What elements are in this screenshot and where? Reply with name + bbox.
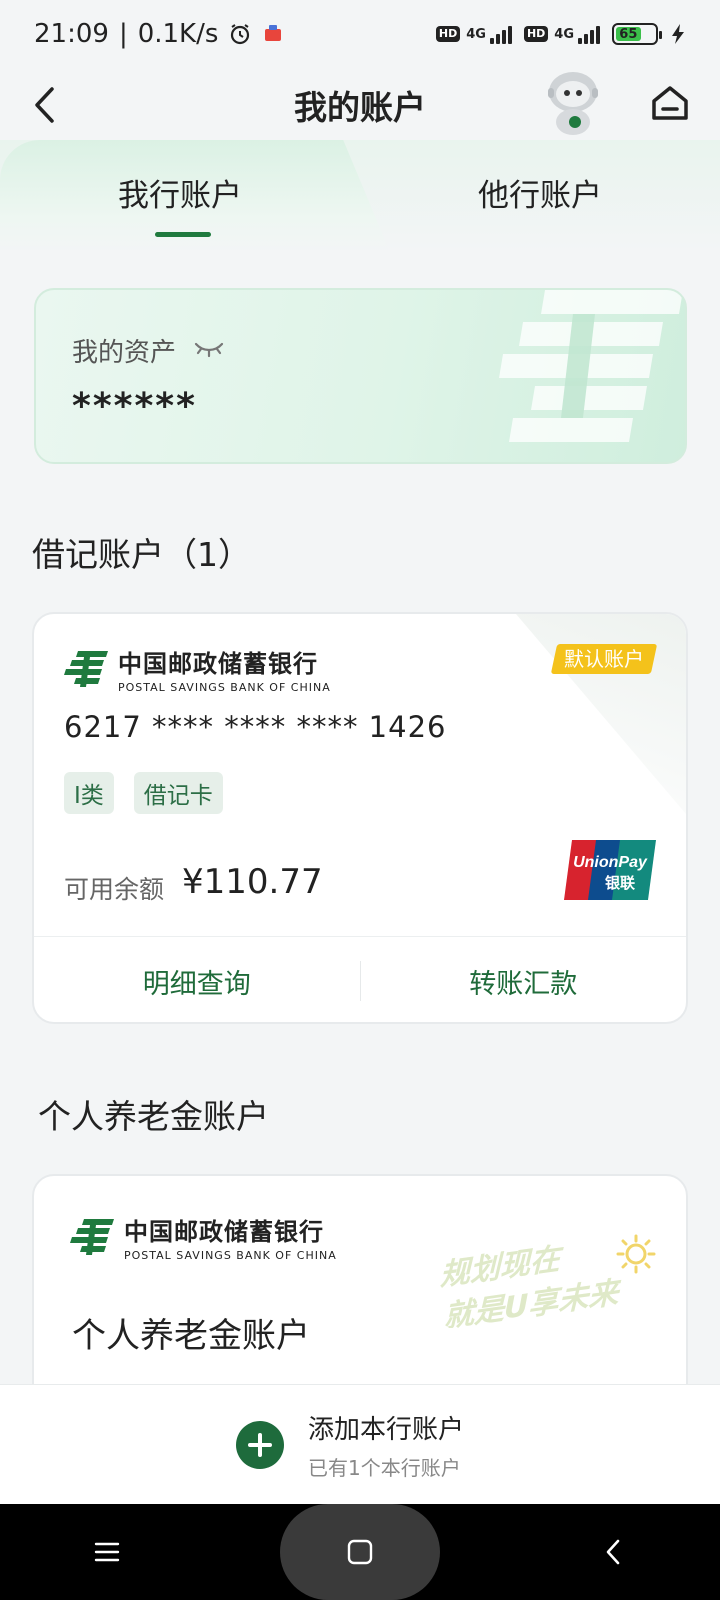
tab-active-indicator — [155, 232, 211, 237]
header: 我的账户 — [0, 68, 720, 142]
transaction-details-button[interactable]: 明细查询 — [34, 937, 360, 1022]
alarm-icon — [231, 24, 250, 45]
unionpay-icon: UnionPay 银联 — [564, 840, 656, 900]
bank-name-en: POSTAL SAVINGS BANK OF CHINA — [124, 1249, 337, 1262]
card-type-tag: 借记卡 — [133, 772, 223, 814]
home-button[interactable] — [646, 78, 694, 128]
unionpay-en-text: UnionPay — [573, 854, 648, 871]
page-title: 我的账户 — [294, 88, 426, 127]
status-bar: 21:09 | 0.1K/s HD 4G HD 4G 65 — [0, 0, 720, 68]
balance-label: 可用余额 — [64, 875, 165, 904]
nav-home-button[interactable] — [279, 1504, 440, 1600]
status-time: 21:09 — [34, 19, 109, 49]
nav-back-button[interactable] — [573, 1512, 653, 1592]
balance-value: ¥110.77 — [182, 862, 323, 902]
asset-value: ****** — [72, 386, 197, 427]
signal-icon — [489, 24, 512, 44]
signal-icon — [578, 24, 600, 44]
nav-back-icon — [607, 1539, 620, 1565]
psbc-logo-icon — [64, 651, 108, 687]
bank-logo: 中国邮政储蓄银行 POSTAL SAVINGS BANK OF CHINA — [70, 1212, 337, 1262]
bank-logo: 中国邮政储蓄银行 POSTAL SAVINGS BANK OF CHINA — [64, 644, 331, 694]
add-account-subtitle: 已有1个本行账户 — [307, 1455, 461, 1480]
bank-name-en: POSTAL SAVINGS BANK OF CHINA — [118, 681, 331, 694]
card-actions: 明细查询 转账汇款 — [34, 937, 687, 1022]
pension-card-title: 个人养老金账户 — [72, 1316, 310, 1356]
back-button[interactable] — [24, 80, 64, 130]
tab-my-bank[interactable]: 我行账户 — [0, 170, 360, 215]
unionpay-cn-text: 银联 — [605, 874, 636, 892]
bank-name-cn: 中国邮政储蓄银行 — [118, 650, 318, 678]
card-number: 6217 **** **** **** 1426 — [64, 710, 447, 744]
add-account-content: 添加本行账户 已有1个本行账户 — [235, 1409, 464, 1481]
sun-icon — [616, 1234, 656, 1274]
network-label-1: 4G — [466, 26, 486, 42]
home-square-icon — [347, 1539, 373, 1565]
pension-slogan: 规划现在 就是U享未来 — [440, 1234, 656, 1328]
back-icon — [35, 87, 54, 123]
eye-closed-icon[interactable] — [194, 340, 224, 358]
charging-icon — [672, 24, 684, 44]
status-separator: | — [118, 19, 128, 49]
add-icon[interactable] — [235, 1420, 284, 1469]
debit-card[interactable]: 中国邮政储蓄银行 POSTAL SAVINGS BANK OF CHINA 默认… — [32, 612, 688, 1024]
add-account-title: 添加本行账户 — [307, 1414, 464, 1445]
account-tabs: 我行账户 他行账户 — [0, 140, 720, 252]
tab-other-bank[interactable]: 他行账户 — [360, 170, 720, 215]
card-class-tag: I类 — [64, 772, 114, 814]
pension-card[interactable]: 中国邮政储蓄银行 POSTAL SAVINGS BANK OF CHINA 规划… — [32, 1174, 688, 1414]
default-account-badge: 默认账户 — [550, 644, 658, 674]
status-right: HD 4G HD 4G 65 — [435, 23, 686, 45]
debit-section-title: 借记账户（1） — [32, 535, 251, 574]
pension-section-title: 个人养老金账户 — [38, 1097, 269, 1136]
bank-name-cn: 中国邮政储蓄银行 — [124, 1218, 324, 1246]
home-icon — [652, 86, 688, 120]
network-label-2: 4G — [554, 26, 574, 42]
status-left: 21:09 | 0.1K/s — [34, 19, 284, 49]
card-tags: I类 借记卡 — [64, 772, 223, 814]
app-notification-icon — [265, 25, 282, 41]
transfer-button[interactable]: 转账汇款 — [361, 937, 687, 1022]
status-net-speed: 0.1K/s — [137, 19, 219, 49]
nav-menu-button[interactable] — [67, 1512, 147, 1592]
battery-icon: 65 — [612, 23, 662, 45]
hd-badge-1: HD — [435, 26, 461, 42]
plus-icon — [247, 1432, 272, 1457]
menu-icon — [94, 1542, 119, 1562]
add-account-bar[interactable]: 添加本行账户 已有1个本行账户 — [0, 1384, 720, 1504]
psbc-logo-icon — [70, 1219, 114, 1255]
asset-label: 我的资产 — [72, 338, 177, 368]
system-nav-bar — [0, 1504, 720, 1600]
hd-badge-2: HD — [523, 26, 549, 42]
asset-card[interactable]: 我的资产 ****** — [34, 288, 687, 464]
default-badge-label: 默认账户 — [564, 647, 644, 671]
battery-level: 65 — [616, 27, 641, 42]
psbc-watermark-icon — [499, 290, 683, 442]
mascot-icon[interactable] — [540, 68, 606, 136]
